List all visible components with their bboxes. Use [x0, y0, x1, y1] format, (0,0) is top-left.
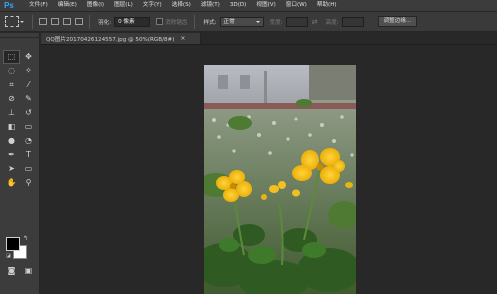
width-label: 宽度:	[269, 19, 283, 26]
tool-grid: ⬚ ✥ ◌ ✧ ⌗ ⁄ ⊘ ✎ ⊥ ↺ ◧ ▭ ● ◔ ✒ T ➤ ▭ ✋ ⚲	[3, 50, 37, 190]
menu-image[interactable]: 图像(I)	[82, 0, 109, 11]
height-input[interactable]	[341, 16, 364, 27]
hand-tool-icon[interactable]: ✋	[3, 176, 20, 190]
menu-select[interactable]: 选择(S)	[167, 0, 196, 11]
subtract-from-selection-icon[interactable]	[63, 18, 71, 25]
rectangle-tool-icon[interactable]: ▭	[20, 162, 37, 176]
brush-tool-icon[interactable]: ✎	[20, 92, 37, 106]
menu-type[interactable]: 文字(Y)	[138, 0, 167, 11]
marquee-tool-icon[interactable]: ⬚	[3, 50, 20, 64]
divider	[32, 14, 33, 29]
foreground-color-swatch[interactable]	[6, 237, 20, 251]
add-to-selection-icon[interactable]	[51, 18, 59, 25]
menu-window[interactable]: 窗口(W)	[281, 0, 312, 11]
canvas-image[interactable]	[204, 65, 356, 294]
document-tab[interactable]: QQ图片20170426124557.jpg @ 50%(RGB/8#) ×	[41, 33, 201, 44]
history-brush-tool-icon[interactable]: ↺	[20, 106, 37, 120]
style-label: 样式:	[203, 19, 217, 26]
gradient-tool-icon[interactable]: ▭	[20, 120, 37, 134]
swap-colors-icon[interactable]: ↰	[23, 235, 28, 242]
healing-brush-tool-icon[interactable]: ⊘	[3, 92, 20, 106]
zoom-tool-icon[interactable]: ⚲	[20, 176, 37, 190]
menu-3d[interactable]: 3D(D)	[225, 0, 252, 11]
feather-input[interactable]: 0 像素	[114, 16, 151, 27]
document-area: QQ图片20170426124557.jpg @ 50%(RGB/8#) ×	[41, 33, 497, 294]
new-selection-icon[interactable]	[39, 18, 47, 25]
style-select[interactable]: 正常	[219, 16, 264, 27]
bottom-tools: ◙ ▣	[3, 267, 37, 275]
eraser-tool-icon[interactable]: ◧	[3, 120, 20, 134]
pen-tool-icon[interactable]: ✒	[3, 148, 20, 162]
menu-edit[interactable]: 编辑(E)	[53, 0, 82, 11]
menu-file[interactable]: 文件(F)	[24, 0, 53, 11]
tab-divider	[41, 44, 497, 45]
menu-view[interactable]: 视图(V)	[251, 0, 280, 11]
path-selection-tool-icon[interactable]: ➤	[3, 162, 20, 176]
divider	[194, 14, 196, 29]
tools-panel: ⬚ ✥ ◌ ✧ ⌗ ⁄ ⊘ ✎ ⊥ ↺ ◧ ▭ ● ◔ ✒ T ➤ ▭ ✋ ⚲ ◪ ↰ ◙ ▣	[0, 33, 40, 294]
feather-label: 羽化:	[98, 19, 112, 26]
refine-edge-button[interactable]: 调整边缘...	[377, 16, 418, 27]
antialias-checkbox[interactable]	[156, 18, 164, 25]
type-tool-icon[interactable]: T	[20, 148, 37, 162]
lasso-tool-icon[interactable]: ◌	[3, 64, 20, 78]
screen-mode-icon[interactable]: ▣	[25, 267, 33, 275]
magic-wand-tool-icon[interactable]: ✧	[20, 64, 37, 78]
panel-grip[interactable]	[0, 33, 39, 38]
menu-help[interactable]: 帮助(H)	[312, 0, 342, 11]
width-input[interactable]	[285, 16, 308, 27]
intersect-selection-icon[interactable]	[75, 18, 83, 25]
height-label: 高度:	[325, 19, 339, 26]
eyedropper-tool-icon[interactable]: ⁄	[20, 78, 37, 92]
default-colors-icon[interactable]: ◪	[6, 253, 11, 259]
menu-filter[interactable]: 滤镜(T)	[196, 0, 225, 11]
divider	[89, 14, 90, 29]
clone-stamp-tool-icon[interactable]: ⊥	[3, 106, 20, 120]
color-swatches: ◪ ↰	[6, 235, 34, 263]
swap-dimensions-icon[interactable]: ⇄	[312, 18, 318, 26]
options-bar: 羽化: 0 像素 消除锯齿 样式: 正常 宽度: ⇄ 高度: 调整边缘...	[0, 12, 497, 32]
quick-mask-icon[interactable]: ◙	[8, 267, 16, 275]
close-icon[interactable]: ×	[180, 35, 185, 42]
antialias-label: 消除锯齿	[165, 19, 188, 26]
photoshop-logo: Ps	[4, 1, 14, 10]
menu-layer[interactable]: 图层(L)	[109, 0, 138, 11]
tool-preset-picker[interactable]	[5, 16, 24, 27]
crop-tool-icon[interactable]: ⌗	[3, 78, 20, 92]
menu-bar: Ps 文件(F) 编辑(E) 图像(I) 图层(L) 文字(Y) 选择(S) 滤…	[0, 0, 497, 11]
move-tool-icon[interactable]: ✥	[20, 50, 37, 64]
blur-tool-icon[interactable]: ●	[3, 134, 20, 148]
document-tab-title: QQ图片20170426124557.jpg @ 50%(RGB/8#)	[46, 36, 175, 43]
flower-photo	[204, 65, 356, 294]
dodge-tool-icon[interactable]: ◔	[20, 134, 37, 148]
